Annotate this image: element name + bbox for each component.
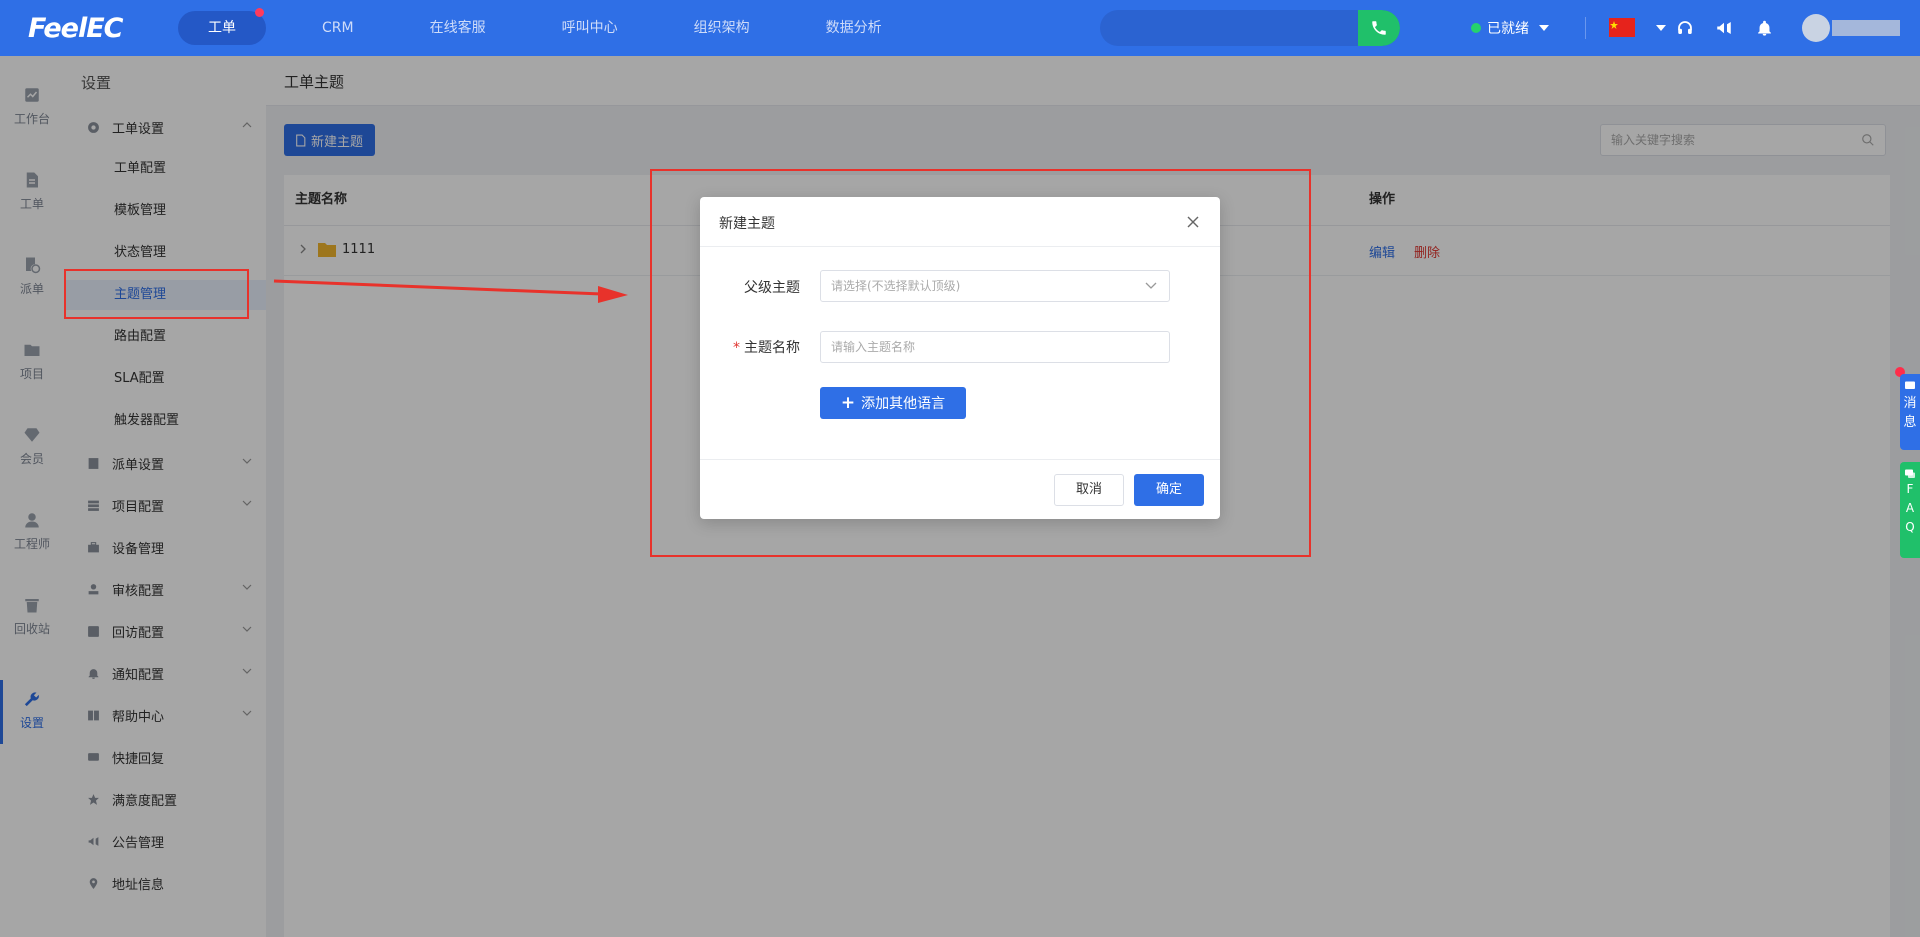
nav-item-call-center[interactable]: 呼叫中心 bbox=[539, 11, 641, 45]
side-tab-text: 息 bbox=[1903, 415, 1917, 430]
username-blurred[interactable] bbox=[1832, 20, 1900, 36]
status-dot bbox=[1471, 23, 1481, 33]
side-tab-text: Q bbox=[1905, 520, 1915, 534]
headset-icon[interactable] bbox=[1674, 17, 1696, 39]
top-navbar: FeelEC 工单 CRM 在线客服 呼叫中心 组织架构 数据分析 已就绪 bbox=[0, 0, 1920, 56]
notification-dot bbox=[255, 8, 264, 17]
nav-item-label: 工单 bbox=[208, 20, 236, 36]
side-tab-text: F bbox=[1906, 482, 1914, 496]
side-tab-text: A bbox=[1905, 501, 1915, 515]
message-side-tab[interactable]: 消 息 bbox=[1900, 374, 1920, 450]
phone-icon bbox=[1372, 21, 1386, 35]
nav-item-online-service[interactable]: 在线客服 bbox=[407, 11, 509, 45]
annotation-box-dialog bbox=[650, 169, 1311, 557]
agent-status-dropdown[interactable]: 已就绪 bbox=[1471, 18, 1549, 38]
chat-icon bbox=[1905, 381, 1915, 389]
avatar[interactable] bbox=[1802, 14, 1830, 42]
bell-icon[interactable] bbox=[1753, 17, 1775, 39]
divider bbox=[1585, 17, 1586, 39]
nav-item-crm[interactable]: CRM bbox=[299, 11, 377, 45]
megaphone-icon[interactable] bbox=[1713, 17, 1735, 39]
phone-input[interactable] bbox=[1100, 10, 1400, 46]
nav-item-analytics[interactable]: 数据分析 bbox=[803, 11, 905, 45]
side-tab-text: 消 bbox=[1903, 396, 1917, 411]
nav-item-ticket[interactable]: 工单 bbox=[178, 8, 266, 45]
status-label: 已就绪 bbox=[1487, 21, 1529, 37]
top-nav: 工单 CRM 在线客服 呼叫中心 组织架构 数据分析 bbox=[178, 0, 935, 56]
annotation-arrow bbox=[273, 279, 628, 303]
faq-side-tab[interactable]: F A Q bbox=[1900, 462, 1920, 558]
chat-bubbles-icon bbox=[1905, 469, 1915, 478]
caret-down-icon bbox=[1539, 25, 1549, 31]
nav-item-organization[interactable]: 组织架构 bbox=[671, 11, 773, 45]
call-button[interactable] bbox=[1358, 10, 1400, 46]
china-flag-icon[interactable] bbox=[1609, 18, 1635, 37]
brand-logo[interactable]: FeelEC bbox=[0, 13, 160, 44]
language-caret-icon[interactable] bbox=[1656, 25, 1666, 31]
annotation-box-menu bbox=[64, 269, 249, 319]
